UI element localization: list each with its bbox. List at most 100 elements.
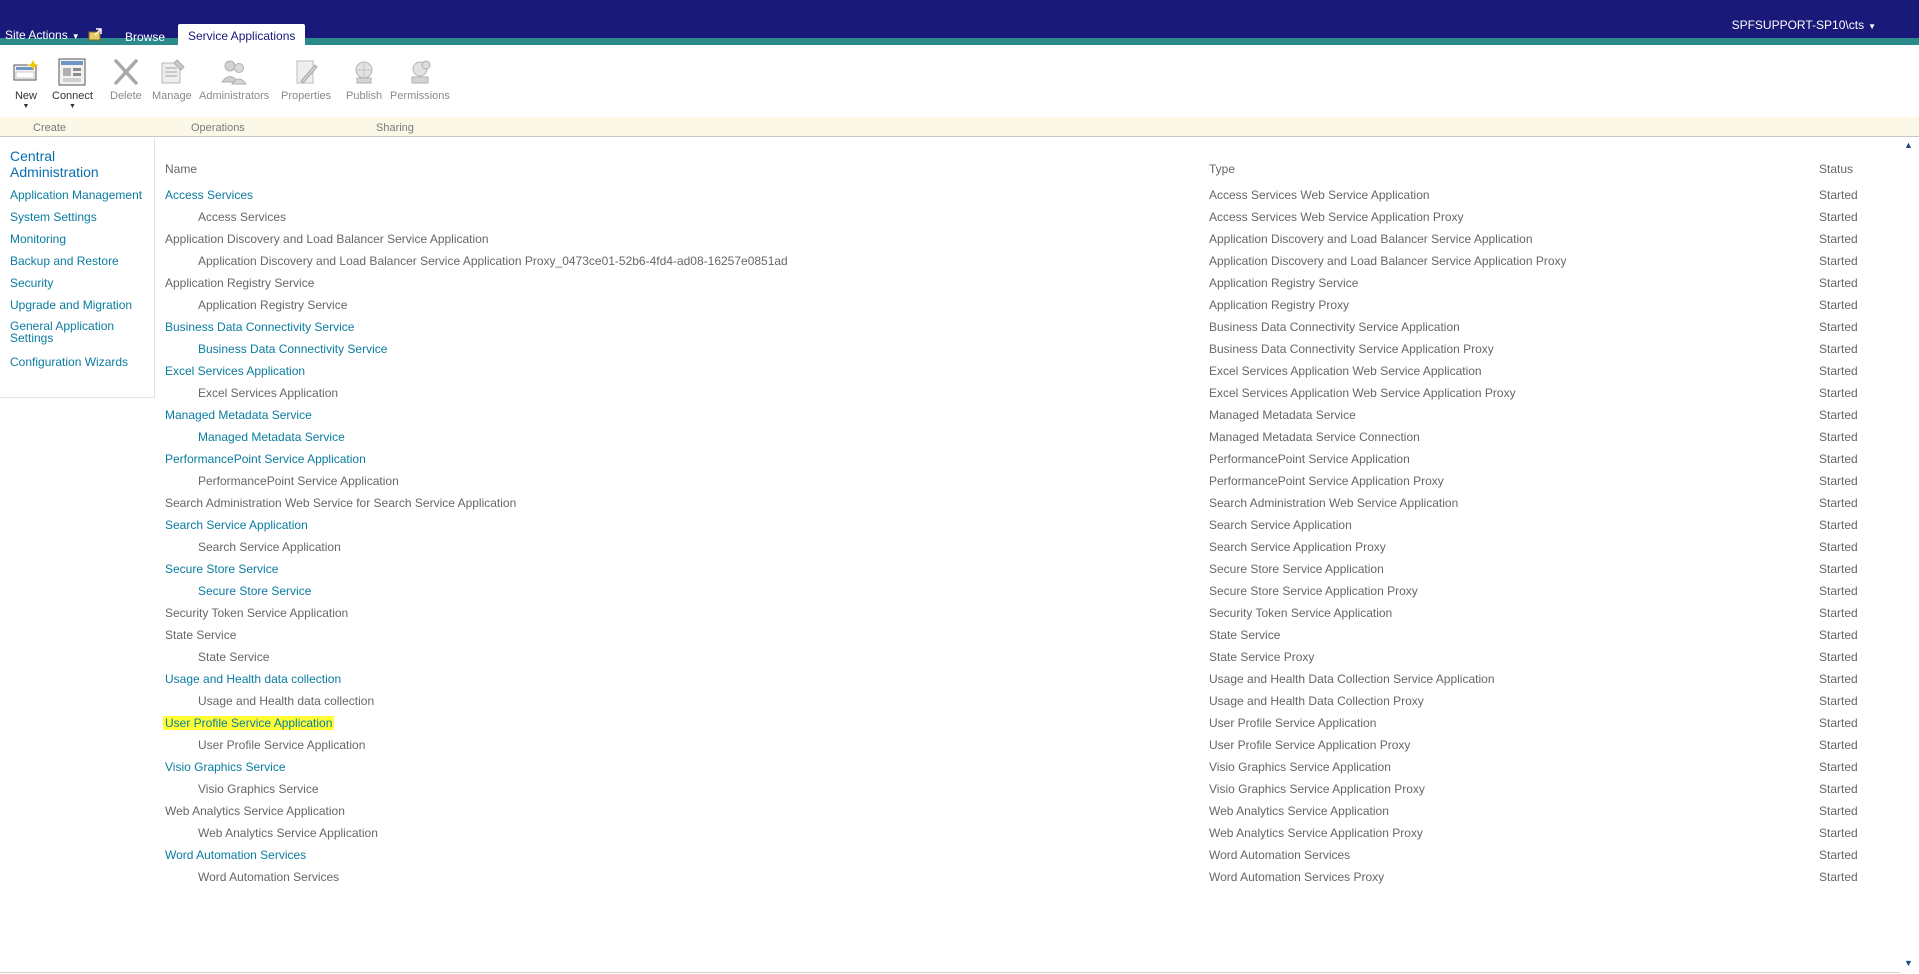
service-name[interactable]: Secure Store Service [198, 584, 311, 598]
table-row[interactable]: Access Services Access Services Web Servi… [0, 206, 1900, 228]
service-name[interactable]: Security Token Service Application [165, 606, 348, 620]
table-row[interactable]: PerformancePoint Service Application Perf… [0, 448, 1900, 470]
administrators-button[interactable]: Administrators [199, 57, 269, 102]
navigate-up-icon[interactable] [88, 28, 103, 41]
table-row[interactable]: Application Discovery and Load Balancer … [0, 250, 1900, 272]
service-status: Started [1819, 254, 1858, 268]
service-name[interactable]: Excel Services Application [198, 386, 338, 400]
service-name[interactable]: Application Registry Service [198, 298, 347, 312]
scroll-up-icon[interactable]: ▲ [1904, 140, 1913, 150]
service-name[interactable]: Search Service Application [165, 518, 308, 532]
table-row[interactable]: Security Token Service Application Securi… [0, 602, 1900, 624]
service-name[interactable]: Word Automation Services [198, 870, 339, 884]
scroll-down-icon[interactable]: ▼ [1904, 958, 1913, 968]
table-row[interactable]: State Service State Service Started [0, 624, 1900, 646]
service-name-text: Business Data Connectivity Service [165, 320, 355, 334]
service-name[interactable]: Managed Metadata Service [198, 430, 345, 444]
service-name[interactable]: PerformancePoint Service Application [165, 452, 366, 466]
new-button[interactable]: New ▼ [11, 57, 41, 110]
service-type: Business Data Connectivity Service Appli… [1209, 320, 1460, 334]
table-row[interactable]: PerformancePoint Service Application Perf… [0, 470, 1900, 492]
table-row[interactable]: Usage and Health data collection Usage an… [0, 690, 1900, 712]
table-row[interactable]: Application Registry Service Application … [0, 272, 1900, 294]
column-header-status[interactable]: Status [1819, 162, 1853, 176]
service-status: Started [1819, 694, 1858, 708]
manage-button[interactable]: Manage [152, 57, 192, 102]
table-row[interactable]: State Service State Service Proxy Started [0, 646, 1900, 668]
table-row[interactable]: Visio Graphics Service Visio Graphics Ser… [0, 756, 1900, 778]
permissions-button[interactable]: Permissions [390, 57, 450, 102]
service-name[interactable]: State Service [198, 650, 269, 664]
table-row[interactable]: Excel Services Application Excel Services… [0, 382, 1900, 404]
table-row[interactable]: User Profile Service Application User Pro… [0, 712, 1900, 734]
service-name[interactable]: State Service [165, 628, 236, 642]
service-name[interactable]: Access Services [198, 210, 286, 224]
service-name[interactable]: Search Service Application [198, 540, 341, 554]
table-row[interactable]: Word Automation Services Word Automation … [0, 866, 1900, 888]
tab-service-applications[interactable]: Service Applications [178, 24, 306, 45]
column-header-name[interactable]: Name [165, 162, 197, 176]
group-operations: Operations [191, 122, 245, 134]
service-status: Started [1819, 320, 1858, 334]
service-name-text: Application Discovery and Load Balancer … [165, 232, 489, 246]
service-type: Access Services Web Service Application … [1209, 210, 1464, 224]
service-name[interactable]: Web Analytics Service Application [198, 826, 378, 840]
service-name[interactable]: Business Data Connectivity Service [165, 320, 354, 334]
service-status: Started [1819, 408, 1858, 422]
service-name[interactable]: Search Administration Web Service for Se… [165, 496, 516, 510]
service-name[interactable]: User Profile Service Application [198, 738, 365, 752]
delete-button[interactable]: Delete [110, 57, 142, 102]
publish-button[interactable]: Publish [346, 57, 382, 102]
service-name[interactable]: Managed Metadata Service [165, 408, 312, 422]
service-name[interactable]: Visio Graphics Service [165, 760, 286, 774]
service-name[interactable]: Word Automation Services [165, 848, 306, 862]
service-name[interactable]: Visio Graphics Service [198, 782, 319, 796]
table-row[interactable]: Secure Store Service Secure Store Service… [0, 558, 1900, 580]
table-row[interactable]: Managed Metadata Service Managed Metadata… [0, 404, 1900, 426]
service-name[interactable]: Access Services [165, 188, 253, 202]
column-header-type[interactable]: Type [1209, 162, 1235, 176]
service-type: Search Service Application [1209, 518, 1352, 532]
service-type: Search Service Application Proxy [1209, 540, 1386, 554]
service-name[interactable]: Application Discovery and Load Balancer … [165, 232, 489, 246]
table-row[interactable]: Managed Metadata Service Managed Metadata… [0, 426, 1900, 448]
table-row[interactable]: Business Data Connectivity Service Busine… [0, 316, 1900, 338]
table-row[interactable]: User Profile Service Application User Pro… [0, 734, 1900, 756]
table-row[interactable]: Application Registry Service Application … [0, 294, 1900, 316]
table-row[interactable]: Search Administration Web Service for Se… [0, 492, 1900, 514]
service-name[interactable]: Application Discovery and Load Balancer … [198, 254, 788, 268]
service-name[interactable]: User Profile Service Application [163, 716, 335, 730]
user-menu[interactable]: SPFSUPPORT-SP10\cts ▼ [1732, 18, 1876, 32]
table-row[interactable]: Access Services Access Services Web Servi… [0, 184, 1900, 206]
connect-button[interactable]: Connect ▼ [52, 57, 93, 110]
site-actions-menu[interactable]: Site Actions ▼ [5, 28, 80, 42]
service-status: Started [1819, 760, 1858, 774]
service-name[interactable]: PerformancePoint Service Application [198, 474, 399, 488]
table-row[interactable]: Secure Store Service Secure Store Service… [0, 580, 1900, 602]
table-row[interactable]: Web Analytics Service Application Web Ana… [0, 822, 1900, 844]
ribbon-group-labels: Create Operations Sharing [0, 117, 1919, 137]
service-name-text: User Profile Service Application [198, 738, 366, 752]
table-row[interactable]: Usage and Health data collection Usage an… [0, 668, 1900, 690]
table-row[interactable]: Search Service Application Search Service… [0, 514, 1900, 536]
service-name[interactable]: Business Data Connectivity Service [198, 342, 387, 356]
table-row[interactable]: Web Analytics Service Application Web Ana… [0, 800, 1900, 822]
properties-button[interactable]: Properties [281, 57, 331, 102]
table-row[interactable]: Application Discovery and Load Balancer … [0, 228, 1900, 250]
service-name[interactable]: Usage and Health data collection [198, 694, 374, 708]
tab-browse[interactable]: Browse [125, 30, 165, 44]
service-type: Access Services Web Service Application [1209, 188, 1430, 202]
service-name[interactable]: Web Analytics Service Application [165, 804, 345, 818]
service-name[interactable]: Application Registry Service [165, 276, 314, 290]
table-row[interactable]: Excel Services Application Excel Services… [0, 360, 1900, 382]
site-actions-label: Site Actions [5, 28, 68, 42]
table-row[interactable]: Business Data Connectivity Service Busine… [0, 338, 1900, 360]
table-row[interactable]: Word Automation Services Word Automation … [0, 844, 1900, 866]
table-row[interactable]: Search Service Application Search Service… [0, 536, 1900, 558]
service-type: Web Analytics Service Application Proxy [1209, 826, 1423, 840]
table-row[interactable]: Visio Graphics Service Visio Graphics Ser… [0, 778, 1900, 800]
central-administration-link[interactable]: Central Administration [10, 148, 140, 180]
service-name[interactable]: Excel Services Application [165, 364, 305, 378]
service-name[interactable]: Secure Store Service [165, 562, 278, 576]
service-name[interactable]: Usage and Health data collection [165, 672, 341, 686]
